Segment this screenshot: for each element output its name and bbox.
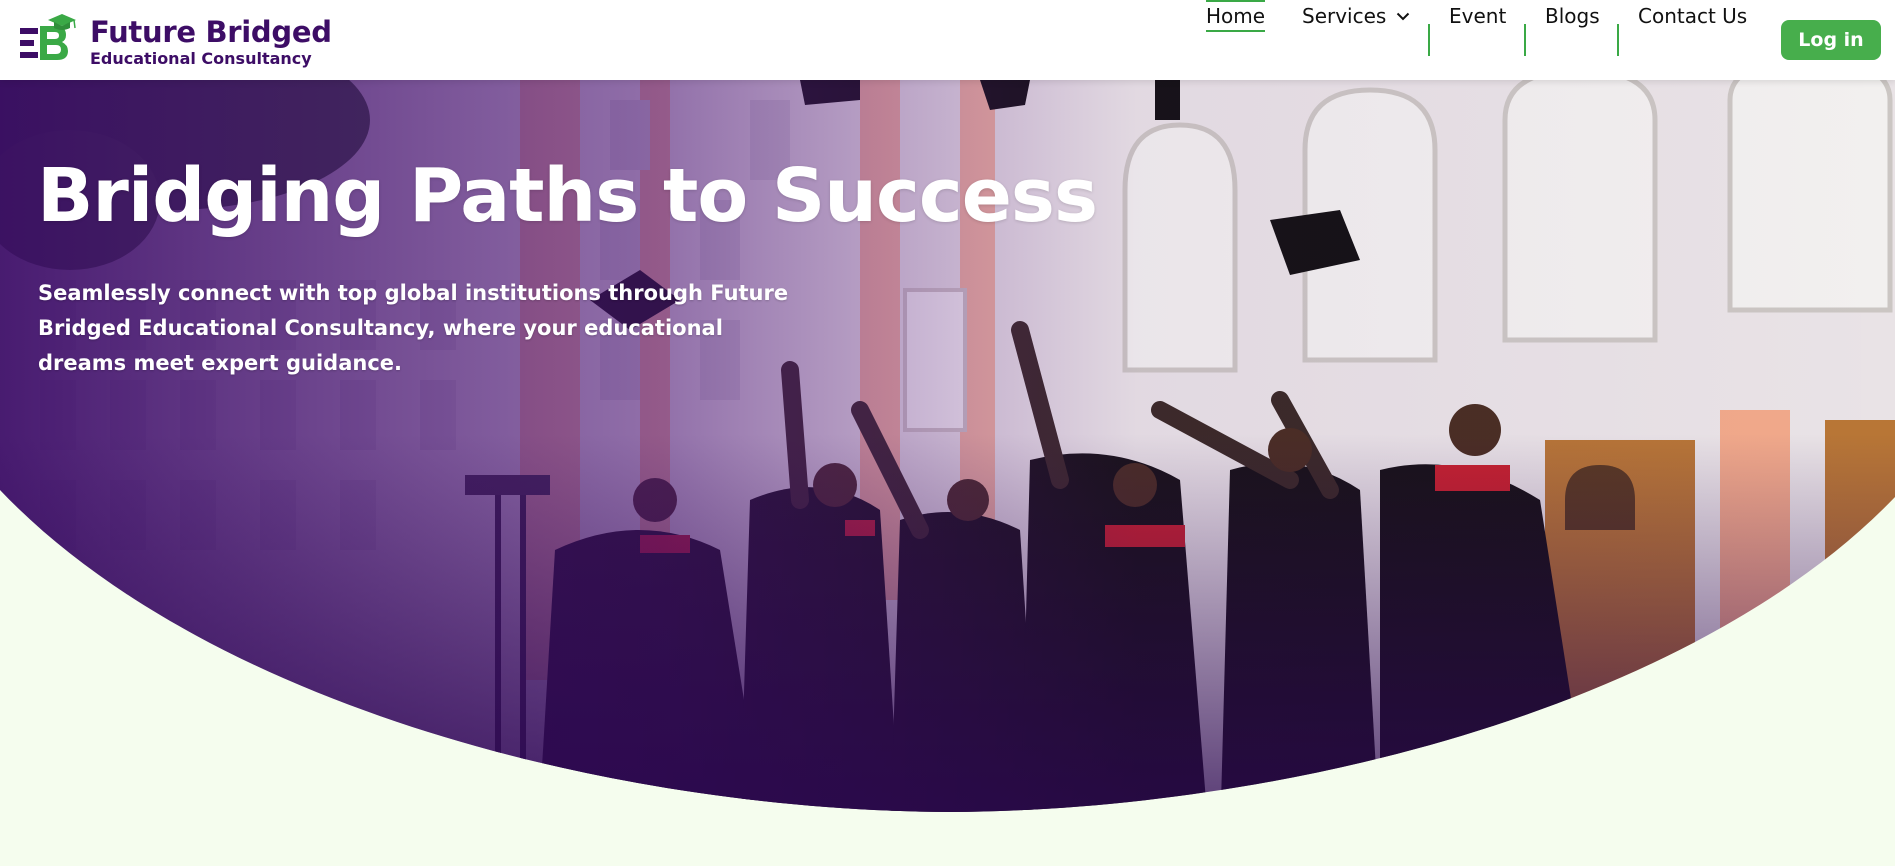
nav-services-label: Services	[1302, 4, 1387, 28]
nav-divider	[1617, 24, 1619, 56]
nav-contact-us-label: Contact Us	[1638, 4, 1748, 28]
fb-logo-icon	[20, 14, 76, 60]
nav-home-label: Home	[1206, 4, 1266, 28]
brand-text: Future Bridged Educational Consultancy	[90, 16, 332, 69]
nav-blogs-label: Blogs	[1545, 4, 1600, 28]
login-button[interactable]: Log in	[1781, 20, 1881, 60]
nav-home[interactable]: Home	[1206, 0, 1266, 32]
hero-heading: Bridging Paths to Success	[37, 153, 1098, 239]
nav-event-label: Event	[1449, 4, 1507, 28]
chevron-down-icon	[1397, 12, 1410, 20]
nav-contact-us[interactable]: Contact Us	[1638, 0, 1747, 32]
nav-blogs[interactable]: Blogs	[1545, 0, 1600, 32]
nav-event[interactable]: Event	[1449, 0, 1506, 32]
brand-subtitle: Educational Consultancy	[90, 48, 312, 68]
brand-title: Future Bridged	[90, 14, 332, 49]
hero-section: Bridging Paths to Success Seamlessly con…	[0, 80, 1895, 866]
nav-services[interactable]: Services	[1302, 0, 1410, 32]
site-header: Future Bridged Educational Consultancy H…	[0, 0, 1895, 80]
hero-subheading: Seamlessly connect with top global insti…	[38, 281, 789, 375]
brand-logo-link[interactable]: Future Bridged Educational Consultancy	[18, 12, 332, 72]
nav-divider	[1428, 24, 1430, 56]
nav-divider	[1524, 24, 1526, 56]
